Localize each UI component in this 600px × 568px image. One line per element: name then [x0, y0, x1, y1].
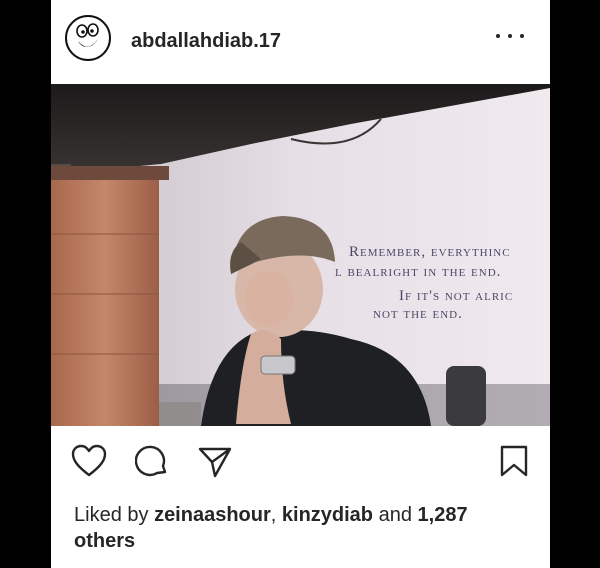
wall-text-line3: If it's not alric: [399, 288, 514, 304]
likes-count[interactable]: 1,287: [418, 504, 468, 526]
wall-text-line4: not the end.: [373, 306, 463, 322]
likes-others[interactable]: others: [74, 530, 135, 552]
cartoon-face-icon: [76, 23, 99, 47]
liker-zeinaashour[interactable]: zeinaashour: [154, 504, 271, 526]
likes-prefix: Liked by: [74, 504, 149, 526]
avatar[interactable]: [65, 15, 111, 61]
paper-plane-icon[interactable]: [197, 445, 233, 484]
instagram-post: abdallahdiab.17 Remember, everythinc l b…: [51, 0, 550, 568]
comment-bubble-icon[interactable]: [134, 444, 169, 483]
likes-summary: Liked by zeinaashour, kinzydiab and 1,28…: [74, 502, 534, 554]
post-header: abdallahdiab.17: [51, 0, 550, 84]
wall-text-line2: l bealright in the end.: [335, 264, 502, 280]
bookmark-icon[interactable]: [499, 444, 529, 483]
post-photo[interactable]: Remember, everythinc l bealright in the …: [51, 84, 550, 426]
post-actions: [51, 426, 550, 496]
likes-and: and: [378, 504, 412, 526]
post-username[interactable]: abdallahdiab.17: [131, 30, 281, 53]
more-options-icon[interactable]: [496, 26, 524, 46]
heart-icon[interactable]: [71, 444, 107, 483]
wall-text-line1: Remember, everythinc: [349, 244, 511, 260]
likes-separator: ,: [270, 504, 277, 526]
liker-kinzydiab[interactable]: kinzydiab: [282, 504, 373, 526]
